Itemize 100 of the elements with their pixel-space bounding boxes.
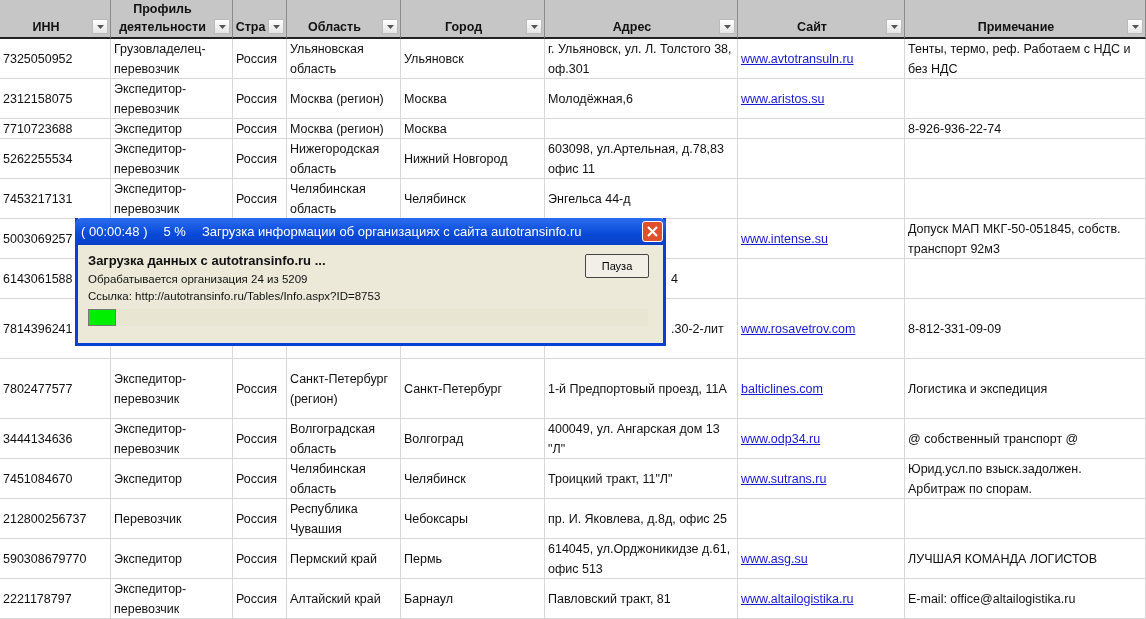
table-cell-text: пр. И. Яковлева, д.8д, офис 25 — [548, 510, 727, 528]
table-cell-text: Россия — [236, 550, 277, 568]
table-cell-text: 5003069257 — [3, 230, 73, 248]
table-cell-text: Россия — [236, 50, 277, 68]
table-cell-text: Челябинск — [404, 190, 466, 208]
elapsed-time: ( 00:00:48 ) — [81, 224, 148, 239]
table-cell-text: Челябинская область — [290, 460, 367, 498]
table-cell-text: Россия — [236, 90, 277, 108]
table-cell-text: Москва (регион) — [290, 120, 384, 138]
table-cell-text: 2312158075 — [3, 90, 73, 108]
column-header: Область — [307, 19, 362, 36]
table-cell-text: 1-й Предпортовый проезд, 11А — [548, 380, 727, 398]
website-link[interactable]: www.asg.su — [741, 548, 808, 569]
table-cell-text: Троицкий тракт, 11"Л" — [548, 470, 673, 488]
column-header: Профиль деятельности — [118, 1, 207, 36]
table-cell-text: Экспедитор-перевозчик — [114, 580, 188, 618]
table-cell-text: Москва — [404, 90, 447, 108]
table-cell-text: 4 — [671, 270, 678, 288]
caret-icon — [96, 24, 104, 29]
pause-button[interactable]: Пауза — [585, 254, 649, 278]
table-cell-text: Россия — [236, 380, 277, 398]
website-link[interactable]: www.sutrans.ru — [741, 468, 827, 489]
link-text: Ссылка: http://autotransinfo.ru/Tables/Info.aspx?ID=8753 — [88, 290, 382, 302]
filter-button[interactable] — [382, 19, 398, 34]
table-cell-text: Грузовладелец-перевозчик — [114, 40, 207, 78]
caret-icon — [530, 24, 538, 29]
table-cell-text: 8-812-331-09-09 — [908, 320, 1002, 338]
table-cell-text: 3444134636 — [3, 430, 73, 448]
table-cell-text: Ульяновск — [404, 50, 464, 68]
caret-icon — [272, 24, 280, 29]
table-cell-text: Экспедитор — [114, 470, 183, 488]
table-cell-text: Экспедитор-перевозчик — [114, 80, 188, 118]
table-cell-text: Москва (регион) — [290, 90, 384, 108]
filter-button[interactable] — [1127, 19, 1143, 34]
table-cell-text: 7814396241 — [3, 320, 73, 338]
table-cell-text: Тенты, термо, реф. Работаем с НДС и без НДС — [908, 40, 1132, 78]
table-cell-text: Логистика и экспедиция — [908, 380, 1048, 398]
table-cell-text: Энгельса 44-д — [548, 190, 631, 208]
table-cell-text: Павловский тракт, 81 — [548, 590, 671, 608]
column-header: Город — [443, 19, 484, 36]
table-cell-text: Волгоградская область — [290, 420, 377, 458]
table-cell-text: 212800256737 — [3, 510, 87, 528]
table-cell-text: .30-2-лит — [671, 320, 724, 338]
table-cell-text: 6143061588 — [3, 270, 73, 288]
column-header: Сайт — [796, 19, 828, 36]
filter-button[interactable] — [92, 19, 108, 34]
table-cell-text: Пермский край — [290, 550, 377, 568]
table-cell-text: г. Ульяновск, ул. Л. Толстого 38, оф.301 — [548, 40, 733, 78]
table-cell-text: Экспедитор-перевозчик — [114, 420, 188, 458]
table-cell-text: 614045, ул.Орджоникидзе д.61, офис 513 — [548, 540, 732, 578]
table-cell-text: Россия — [236, 510, 277, 528]
table-cell-text: 7325050952 — [3, 50, 73, 68]
table-cell-text: Россия — [236, 470, 277, 488]
table-cell-text: Москва — [404, 120, 447, 138]
filter-button[interactable] — [886, 19, 902, 34]
filter-button[interactable] — [526, 19, 542, 34]
website-link[interactable]: www.intense.su — [741, 228, 828, 249]
website-link[interactable]: www.rosavetrov.com — [741, 318, 856, 339]
table-cell-text: @ собственный транспорт @ — [908, 430, 1079, 448]
percent-label: 5 % — [163, 224, 186, 239]
table-cell-text: ЛУЧШАЯ КОМАНДА ЛОГИСТОВ — [908, 550, 1098, 568]
close-button[interactable] — [642, 221, 663, 242]
filter-button[interactable] — [719, 19, 735, 34]
table-cell-text: 590308679770 — [3, 550, 87, 568]
website-link[interactable]: balticlines.com — [741, 378, 823, 399]
column-header: Адрес — [611, 19, 653, 36]
website-link[interactable]: www.avtotransuln.ru — [741, 48, 854, 69]
caret-icon — [218, 24, 226, 29]
table-cell-text: Экспедитор-перевозчик — [114, 140, 188, 178]
website-link[interactable]: www.odp34.ru — [741, 428, 821, 449]
table-cell-text: Юрид.усл.по взыск.задолжен. Арбитраж по спорам. — [908, 460, 1083, 498]
table-cell-text: Россия — [236, 430, 277, 448]
window-title: Загрузка информации об организациях с сайта autotransinfo.ru — [201, 224, 582, 239]
table-cell-text: Допуск МАП МКГ-50-051845, собств. транспорт 92м3 — [908, 220, 1122, 258]
website-link[interactable]: www.altailogistika.ru — [741, 588, 854, 609]
website-link[interactable]: www.aristos.su — [741, 88, 825, 109]
table-cell-text: 400049, ул. Ангарская дом 13 "Л" — [548, 420, 721, 458]
table-cell-text: 8-926-936-22-74 — [908, 120, 1002, 138]
table-cell-text: Челябинск — [404, 470, 466, 488]
table-cell-text: Россия — [236, 190, 277, 208]
table-cell-text: Экспедитор-перевозчик — [114, 180, 188, 218]
close-icon — [647, 226, 658, 237]
table-cell-text: Экспедитор — [114, 120, 183, 138]
table-cell-text: Нижегородская область — [290, 140, 381, 178]
table-cell-text: Чебоксары — [404, 510, 468, 528]
table-cell-text: Россия — [236, 120, 277, 138]
caret-icon — [386, 24, 394, 29]
table-cell-text: Санкт-Петербург — [404, 380, 503, 398]
table-cell-text: 5262255534 — [3, 150, 73, 168]
filter-button[interactable] — [268, 19, 284, 34]
table-cell-text: Республика Чувашия — [290, 500, 359, 538]
caret-icon — [723, 24, 731, 29]
filter-button[interactable] — [214, 19, 230, 34]
table-cell-text: Экспедитор — [114, 550, 183, 568]
table-cell-text: Экспедитор-перевозчик — [114, 370, 188, 408]
table-cell-text: E-mail: office@altailogistika.ru — [908, 590, 1076, 608]
table-cell-text: Санкт-Петербург (регион) — [290, 370, 390, 408]
table-cell-text: Алтайский край — [290, 590, 381, 608]
caret-icon — [890, 24, 898, 29]
table-cell-text: Барнаул — [404, 590, 454, 608]
